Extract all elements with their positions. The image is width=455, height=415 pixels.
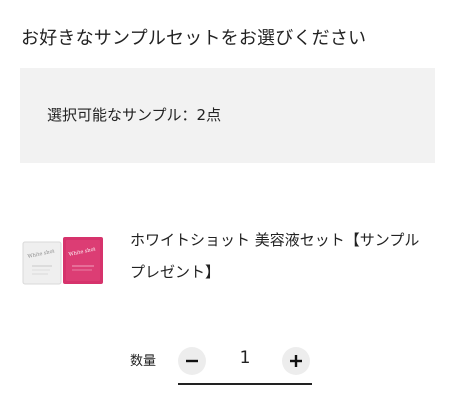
plus-icon [290, 355, 302, 367]
page-heading: お好きなサンプルセットをお選びください [21, 28, 367, 49]
sample-sachets-icon: White shot White shot [22, 237, 103, 285]
quantity-increase-button[interactable] [282, 347, 310, 375]
selectable-count-text: 選択可能なサンプル：2点 [47, 106, 222, 124]
quantity-label: 数量 [130, 354, 157, 369]
quantity-underline [178, 383, 312, 385]
product-name[interactable]: ホワイトショット 美容液セット【サンプルプレゼント】 [130, 224, 430, 288]
quantity-decrease-button[interactable] [178, 347, 206, 375]
quantity-value[interactable]: 1 [230, 348, 260, 368]
selection-info-box: 選択可能なサンプル：2点 [20, 68, 435, 163]
minus-icon [186, 359, 198, 363]
product-image[interactable]: White shot White shot [22, 236, 104, 286]
sample-selection-page: お好きなサンプルセットをお選びください 選択可能なサンプル：2点 White s… [0, 0, 455, 415]
